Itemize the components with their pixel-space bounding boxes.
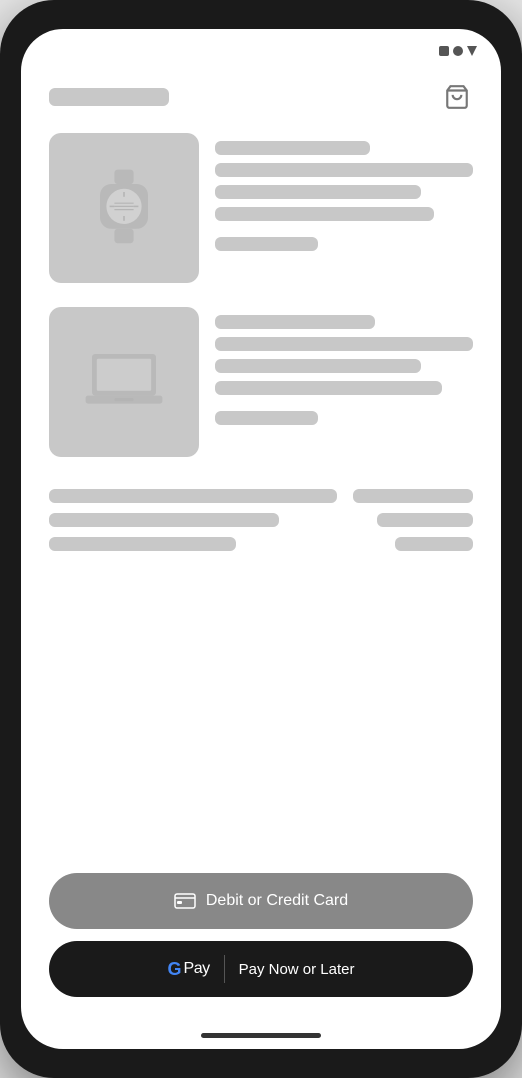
product-price-bar-1 [215,237,318,251]
product-details-laptop [215,307,473,457]
summary-bar-l1 [49,489,337,503]
signal-icon [439,46,449,56]
home-indicator [21,1021,501,1049]
gpay-action-label: Pay Now or Later [239,961,355,978]
product-item-watch [49,133,473,283]
summary-bar-l2 [49,513,279,527]
product-desc-bar-2b [215,359,421,373]
phone-screen: Debit or Credit Card G Pay Pay Now or La… [21,29,501,1049]
product-desc-bar-1a [215,163,473,177]
summary-right [353,489,473,551]
product-desc-bar-1c [215,207,434,221]
gpay-g-blue: G [168,959,182,979]
gpay-button[interactable]: G Pay Pay Now or Later [49,941,473,997]
debit-button-label: Debit or Credit Card [206,892,348,910]
bottom-buttons: Debit or Credit Card G Pay Pay Now or La… [21,861,501,1021]
home-bar [201,1033,321,1038]
product-item-laptop [49,307,473,457]
product-image-watch [49,133,199,283]
gpay-divider [224,955,225,983]
cart-icon[interactable] [441,81,473,113]
summary-section [49,489,473,551]
product-details-watch [215,133,473,283]
phone-frame: Debit or Credit Card G Pay Pay Now or La… [0,0,522,1078]
gpay-pay-word: Pay [184,960,210,978]
summary-left [49,489,337,551]
product-desc-bar-2c [215,381,442,395]
credit-card-icon [174,893,196,909]
status-icons [439,46,477,56]
battery-icon [467,46,477,56]
gpay-logo: G Pay [168,959,210,980]
screen-content [21,73,501,861]
summary-bar-r3 [395,537,473,551]
product-price-bar-2 [215,411,318,425]
product-title-bar-1 [215,141,370,155]
summary-bar-l3 [49,537,236,551]
debit-credit-button[interactable]: Debit or Credit Card [49,873,473,929]
empty-space [49,567,473,845]
page-title-placeholder [49,88,169,106]
wifi-icon [453,46,463,56]
product-desc-bar-2a [215,337,473,351]
product-title-bar-2 [215,315,375,329]
summary-bar-r2 [377,513,473,527]
top-bar [49,73,473,113]
status-bar [21,29,501,73]
product-desc-bar-1b [215,185,421,199]
product-image-laptop [49,307,199,457]
summary-bar-r1 [353,489,473,503]
